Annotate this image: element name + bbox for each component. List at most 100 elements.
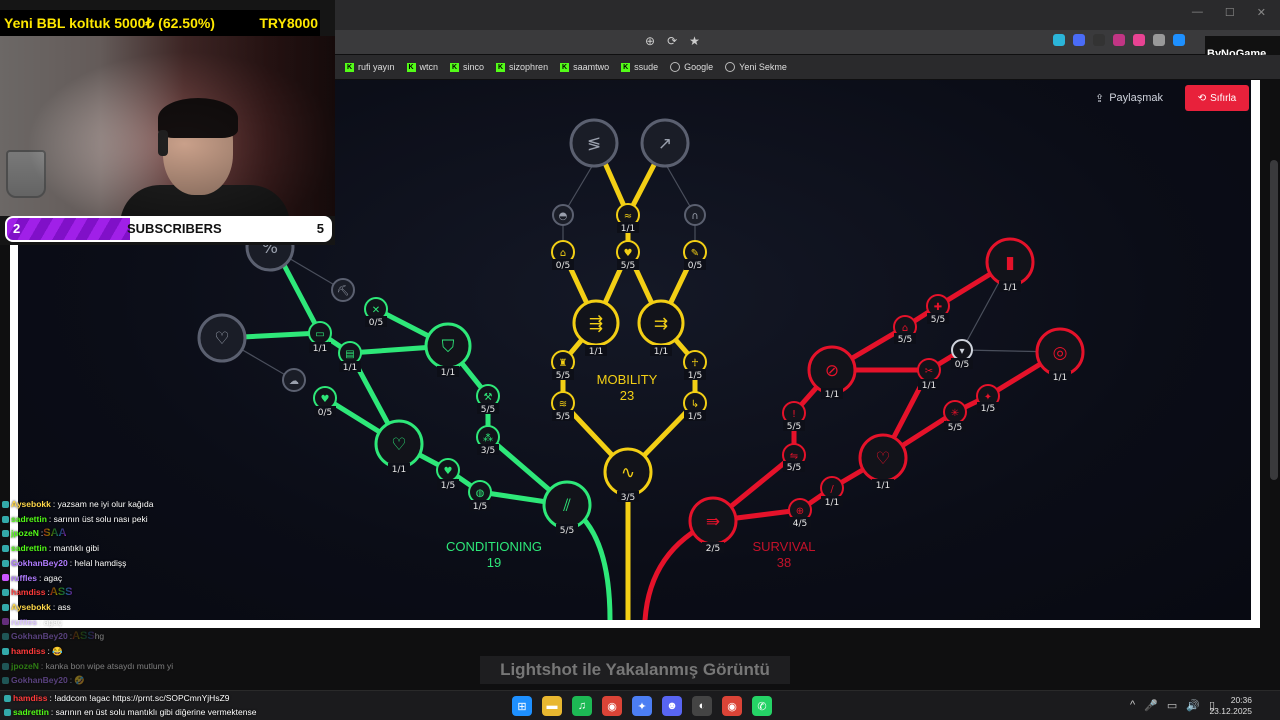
extension-icon[interactable]: [1133, 34, 1145, 46]
chat-username[interactable]: jpozeN: [11, 526, 39, 541]
extension-icon[interactable]: [1053, 34, 1065, 46]
skill-node-c2[interactable]: ▭ 1/1: [308, 321, 332, 354]
bookmark-item[interactable]: Ksizophren: [496, 62, 548, 72]
skill-node-c1[interactable]: ✕ 0/5: [364, 297, 388, 328]
skill-node-s7[interactable]: ◎ 1/1: [1035, 327, 1085, 383]
skill-node-m9[interactable]: ≋ 5/5: [551, 391, 575, 422]
bookmark-item[interactable]: Krufi yayın: [345, 62, 395, 72]
skill-node-c9[interactable]: ♥ 1/5: [436, 458, 460, 491]
skill-node-m10[interactable]: ☥ 1/5: [683, 350, 707, 381]
skill-node-s12[interactable]: ♡ 1/1: [858, 433, 908, 491]
tray-icon[interactable]: ^: [1130, 699, 1135, 712]
obs-icon[interactable]: ◐: [692, 696, 712, 716]
chat-username[interactable]: sadrettin: [11, 541, 47, 556]
skill-node-s11[interactable]: ⇋5/5: [782, 443, 806, 473]
skill-node-m3[interactable]: ⌂ 0/5: [551, 240, 575, 271]
spotify-icon[interactable]: ♫: [572, 696, 592, 716]
chat-username[interactable]: hamdiss: [11, 644, 46, 659]
skill-node-m1[interactable]: ≈1/1: [616, 203, 640, 234]
skill-node-m0[interactable]: ≶: [569, 118, 619, 168]
tray-icon[interactable]: ▭: [1167, 699, 1177, 712]
chat-username[interactable]: Aysebokk: [11, 497, 51, 512]
chat-username[interactable]: ruffles: [11, 615, 37, 630]
skill-node-mg1[interactable]: ◓: [552, 204, 574, 226]
skill-node-s3[interactable]: ⌂5/5: [893, 315, 917, 345]
skill-node-m12[interactable]: ∿ 3/5: [603, 447, 653, 503]
bookmark-item[interactable]: Google: [670, 62, 713, 72]
maximize-button[interactable]: ☐: [1225, 6, 1235, 19]
skill-node-m5[interactable]: ✎ 0/5: [683, 240, 707, 271]
bookmark-item[interactable]: Kwtcn: [406, 62, 438, 72]
webcam-vignette: [0, 36, 335, 216]
chat-username[interactable]: hamdiss: [11, 585, 46, 600]
skill-node-cg2[interactable]: ♡: [197, 313, 247, 363]
skill-node-m2[interactable]: ♥ 5/5: [616, 240, 640, 271]
chat-username[interactable]: GokhanBey20: [11, 556, 68, 571]
whatsapp-icon[interactable]: ✆: [752, 696, 772, 716]
skill-node-s8[interactable]: ! 5/5: [782, 401, 806, 432]
skill-node-c11[interactable]: ⫽ 5/5: [542, 480, 592, 536]
share-button[interactable]: ⇪ Paylaşmak: [1095, 90, 1163, 106]
skill-node-c10[interactable]: ◍ 1/5: [468, 480, 492, 512]
chat-username[interactable]: sadrettin: [11, 512, 47, 527]
bookmark-item[interactable]: Kssude: [621, 62, 658, 72]
skill-node-cg3[interactable]: ⛏: [331, 278, 355, 302]
chat-username[interactable]: sadrettin: [13, 705, 49, 719]
skill-node-mg2[interactable]: ∩: [684, 204, 706, 226]
tray-icon[interactable]: 🔊: [1186, 699, 1200, 712]
app-blue-icon[interactable]: ✦: [632, 696, 652, 716]
skill-node-s6[interactable]: ✂ 1/1: [917, 358, 941, 391]
file-explorer-icon[interactable]: ▬: [542, 696, 562, 716]
reload-icon[interactable]: ⟳: [667, 34, 677, 48]
skill-node-s5[interactable]: ⊘ 1/1: [807, 345, 857, 400]
skill-node-s1[interactable]: ▮ 1/1: [985, 237, 1035, 293]
chrome-2-icon[interactable]: ◉: [722, 696, 742, 716]
skill-node-c3[interactable]: ▤ 1/1: [338, 341, 362, 373]
skill-node-s14[interactable]: ⊕ 4/5: [788, 498, 812, 529]
zoom-icon[interactable]: ⊕: [645, 34, 655, 48]
clock[interactable]: 20:36 23.12.2025: [1206, 695, 1252, 717]
bookmark-item[interactable]: Yeni Sekme: [725, 62, 787, 72]
chat-username[interactable]: jpozeN: [11, 659, 39, 674]
skill-node-m6[interactable]: ⇶ 1/1: [572, 299, 620, 357]
reset-button[interactable]: ⟲ Sıfırla: [1185, 85, 1249, 111]
page-scrollbar[interactable]: [1270, 160, 1278, 480]
skill-node-cg4[interactable]: ☁: [282, 368, 306, 392]
skill-node-c8[interactable]: ♡ 1/1: [374, 419, 424, 475]
bookmark-item[interactable]: Ksinco: [450, 62, 484, 72]
skill-node-c5[interactable]: ♥ 0/5: [313, 386, 337, 418]
chat-username[interactable]: Aysebokk: [11, 600, 51, 615]
skill-node-s4[interactable]: ▾ 0/5: [951, 339, 973, 370]
extension-icon[interactable]: [1153, 34, 1165, 46]
extension-icon[interactable]: [1113, 34, 1125, 46]
skill-node-c4[interactable]: ⛉ 1/1: [424, 322, 472, 378]
skill-node-c7[interactable]: ⁂ 3/5: [476, 425, 500, 456]
skill-node-s13[interactable]: /1/1: [820, 476, 844, 508]
skill-node-m0b[interactable]: ↗: [640, 118, 690, 168]
skill-node-m11[interactable]: ↳ 1/5: [683, 391, 707, 422]
bookmark-item[interactable]: Ksaamtwo: [560, 62, 609, 72]
chat-username[interactable]: GokhanBey20: [11, 629, 68, 644]
skill-node-s9[interactable]: ✦1/5: [976, 384, 1000, 414]
skill-level-label: 1/1: [825, 390, 839, 400]
chat-username[interactable]: GokhanBey20: [11, 673, 68, 688]
skill-node-c6[interactable]: ⚒ 5/5: [476, 384, 500, 415]
skill-node-m8[interactable]: ♜ 5/5: [551, 350, 575, 381]
skill-node-s2[interactable]: ✚ 5/5: [926, 294, 950, 325]
chat-username[interactable]: hamdiss: [13, 691, 48, 705]
minimize-button[interactable]: —: [1192, 6, 1203, 19]
extension-icon[interactable]: [1073, 34, 1085, 46]
tray-icon[interactable]: 🎤: [1144, 699, 1158, 712]
skill-node-s15[interactable]: ⇛ 2/5: [688, 496, 738, 554]
skill-node-m7[interactable]: ⇉ 1/1: [637, 299, 685, 357]
bookmark-star-icon[interactable]: ★: [689, 34, 700, 48]
close-button[interactable]: ✕: [1257, 6, 1266, 19]
chrome-icon[interactable]: ◉: [602, 696, 622, 716]
extension-icon[interactable]: [1093, 34, 1105, 46]
chat-username[interactable]: ruffles: [11, 571, 37, 586]
windows-start-icon[interactable]: ⊞: [512, 696, 532, 716]
skill-node-s10[interactable]: ✳ 5/5: [943, 400, 967, 433]
skill-icon: ✂: [925, 366, 933, 377]
extension-icon[interactable]: [1173, 34, 1185, 46]
discord-icon[interactable]: ☻: [662, 696, 682, 716]
